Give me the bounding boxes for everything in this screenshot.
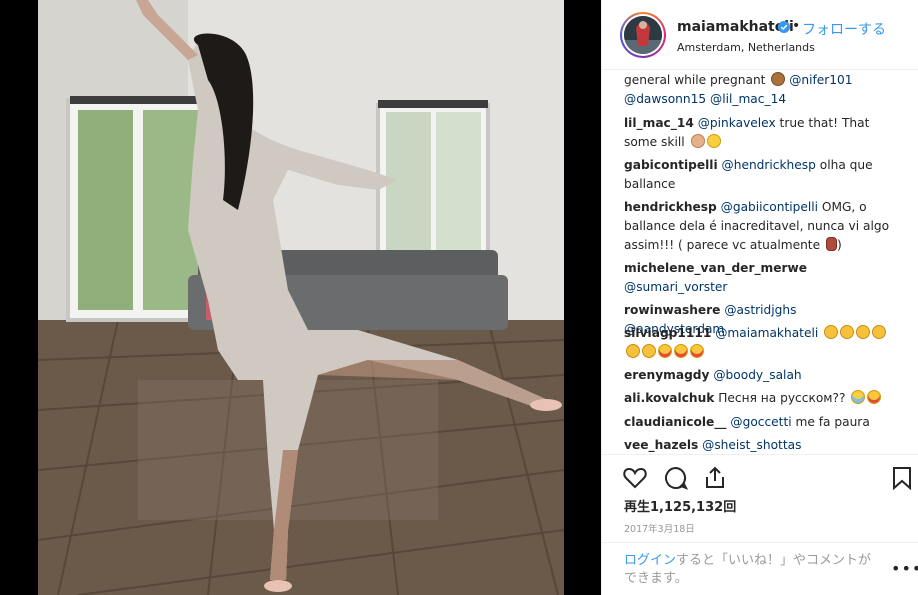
comment-mention[interactable]: @nifer101 (789, 73, 852, 87)
comment-item: silviagp1111 @maiamakhateli (624, 324, 894, 362)
comment-item: claudianicole__ @goccetti me fa paura (624, 413, 894, 432)
comment-item: @dawsonn15 @lil_mac_14 (624, 90, 894, 109)
comment-item: erenymagdy @boody_salah (624, 366, 894, 385)
comment-item: vee_hazels @sheist_shottas (624, 436, 894, 454)
location-link[interactable]: Amsterdam, Netherlands (677, 41, 815, 54)
clap-emoji (872, 325, 887, 339)
ok-hand-emoji (690, 134, 705, 148)
comment-mention[interactable]: @goccetti (730, 415, 791, 429)
clap-emoji (642, 344, 656, 358)
comment-text: general while pregnant (624, 73, 766, 87)
comment-item: gabicontipelli @hendrickhesp olha que ba… (624, 156, 894, 194)
comment-username[interactable]: claudianicole__ (624, 415, 727, 429)
comment-username[interactable]: rowinwashere (624, 303, 720, 317)
comment-username[interactable]: gabicontipelli (624, 158, 718, 172)
comment-text-end: ) (836, 238, 842, 252)
comment-mention[interactable]: @dawsonn15 (624, 92, 706, 106)
comment-mention[interactable]: @pinkavelex (698, 116, 776, 130)
heart-eyes-emoji (690, 344, 704, 358)
avatar-image (624, 16, 662, 54)
separator-dot: • (792, 18, 801, 34)
comment-text: me fa paura (791, 415, 870, 429)
video-frame[interactable] (38, 0, 564, 595)
comment-username[interactable]: michelene_van_der_merwe (624, 261, 807, 275)
follow-button[interactable]: フォローする (802, 19, 886, 39)
comments-list[interactable]: general while pregnant @nifer101 @dawson… (602, 70, 918, 454)
avatar-photo (624, 16, 662, 54)
comment-mention[interactable]: @lil_mac_14 (710, 92, 786, 106)
clap-emoji (626, 344, 640, 358)
comment-item: hendrickhesp @gabiicontipelli OMG, o bal… (624, 198, 894, 255)
comment-username[interactable]: lil_mac_14 (624, 116, 694, 130)
comment-mention[interactable]: @maiamakhateli (715, 326, 818, 340)
pregnant-emoji (825, 237, 837, 251)
post-media[interactable] (0, 0, 601, 595)
comment-username[interactable]: erenymagdy (624, 368, 709, 382)
dancer-video-still (38, 0, 564, 595)
bookmark-icon[interactable] (889, 465, 915, 491)
comment-username[interactable]: silviagp1111 (624, 326, 711, 340)
username-link[interactable]: maiamakhateli (677, 19, 794, 35)
clap-emoji (840, 325, 855, 339)
post-side-panel: maiamakhateli • フォローする Amsterdam, Nether… (601, 0, 918, 595)
comment-item: lil_mac_14 @pinkavelex true that! That s… (624, 114, 894, 152)
login-prompt-text: ログインすると「いいね！」やコメントができます。 (624, 552, 884, 588)
post-date[interactable]: 2017年3月18日 (624, 521, 695, 535)
laughing-emoji (851, 390, 866, 404)
comment-username[interactable]: hendrickhesp (624, 200, 717, 214)
login-link[interactable]: ログイン (624, 553, 676, 568)
login-prompt: ログインすると「いいね！」やコメントができます。 ••• (602, 542, 918, 595)
comment-item: ali.kovalchuk Песня на русском?? (624, 389, 894, 408)
comment-username[interactable]: vee_hazels (624, 438, 698, 452)
comment-item: michelene_van_der_merwe @sumari_vorster (624, 259, 894, 297)
view-count: 再生1,125,132回 (624, 500, 737, 515)
monkey-emoji (771, 72, 786, 86)
comment-mention[interactable]: @hendrickhesp (722, 158, 816, 172)
smile-emoji (706, 134, 721, 148)
more-options-icon[interactable]: ••• (891, 559, 918, 578)
comment-text: Песня на русском?? (714, 391, 846, 405)
heart-eyes-emoji (674, 344, 688, 358)
avatar[interactable] (620, 12, 666, 58)
share-icon[interactable] (702, 465, 728, 491)
heart-eyes-emoji (658, 344, 672, 358)
heart-icon[interactable] (622, 465, 648, 491)
comment-icon[interactable] (663, 465, 689, 491)
clap-emoji (824, 325, 839, 339)
comment-mention[interactable]: @astridjghs (724, 303, 796, 317)
heart-eyes-emoji (867, 390, 882, 404)
action-bar (602, 454, 918, 491)
comment-mention[interactable]: @sumari_vorster (624, 280, 727, 294)
comment-mention[interactable]: @boody_salah (713, 368, 801, 382)
avatar-ring-inner (622, 14, 664, 56)
comment-username[interactable]: ali.kovalchuk (624, 391, 714, 405)
comment-item: general while pregnant @nifer101 (624, 71, 894, 90)
comment-mention[interactable]: @gabiicontipelli (721, 200, 818, 214)
comment-mention[interactable]: @sheist_shottas (702, 438, 801, 452)
clap-emoji (856, 325, 871, 339)
post-header: maiamakhateli • フォローする Amsterdam, Nether… (602, 0, 918, 70)
verified-badge-icon (778, 21, 790, 33)
